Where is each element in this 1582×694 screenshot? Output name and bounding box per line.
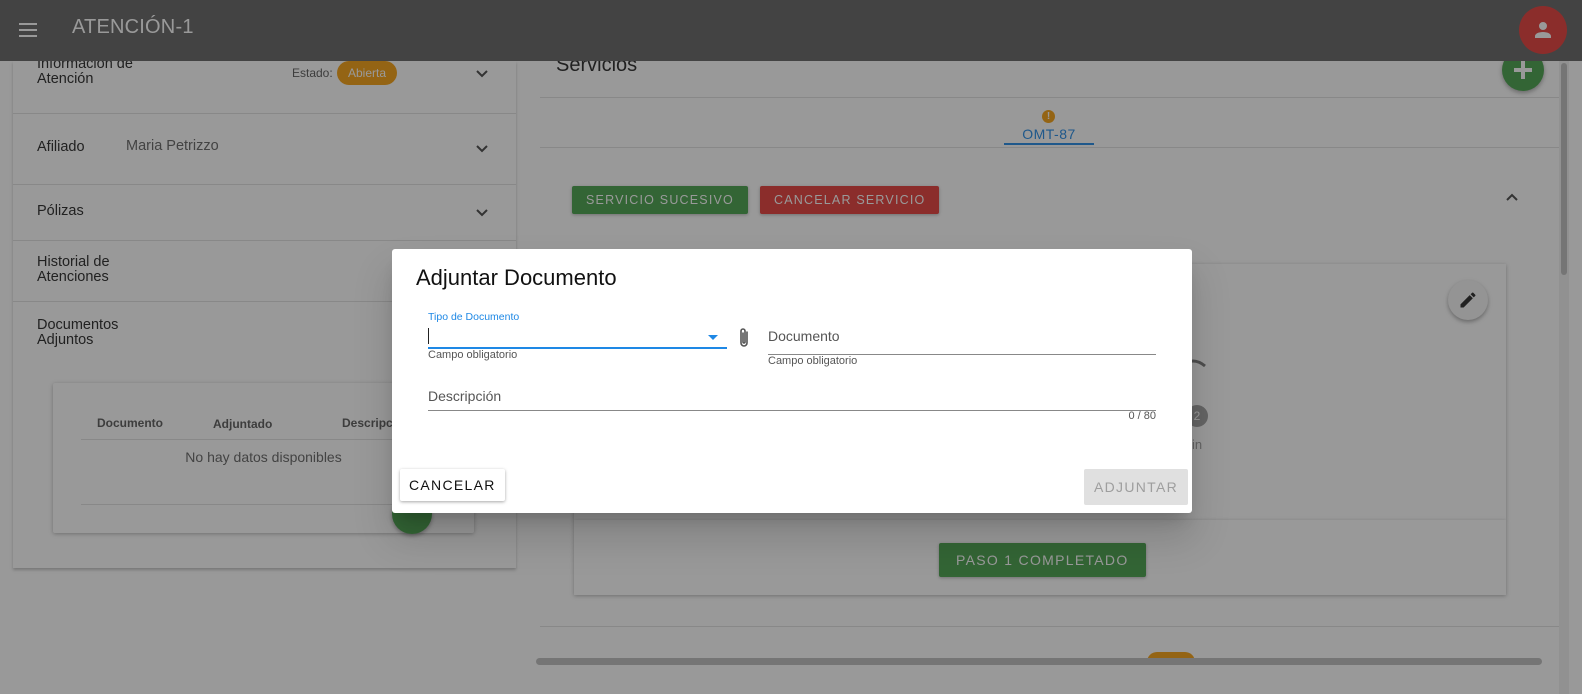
documento-hint: Campo obligatorio <box>768 355 858 367</box>
adjuntar-documento-dialog: Adjuntar Documento Tipo de Documento Cam… <box>392 249 1192 513</box>
character-counter: 0 / 80 <box>1128 410 1156 422</box>
dialog-title: Adjuntar Documento <box>416 265 617 290</box>
paperclip-icon[interactable] <box>737 326 751 350</box>
documento-file-input[interactable]: Documento <box>768 325 1156 355</box>
tipo-documento-hint: Campo obligatorio <box>428 349 518 361</box>
documento-placeholder: Documento <box>768 328 840 344</box>
cancel-button[interactable]: CANCELAR <box>400 469 505 501</box>
descripcion-input[interactable]: Descripción <box>428 385 1156 411</box>
text-cursor <box>428 328 429 344</box>
descripcion-placeholder: Descripción <box>428 388 502 404</box>
dropdown-arrow-icon[interactable] <box>708 335 718 340</box>
tipo-documento-select[interactable] <box>428 325 727 349</box>
tipo-documento-label: Tipo de Documento <box>428 311 520 323</box>
adjuntar-button[interactable]: ADJUNTAR <box>1084 469 1189 505</box>
